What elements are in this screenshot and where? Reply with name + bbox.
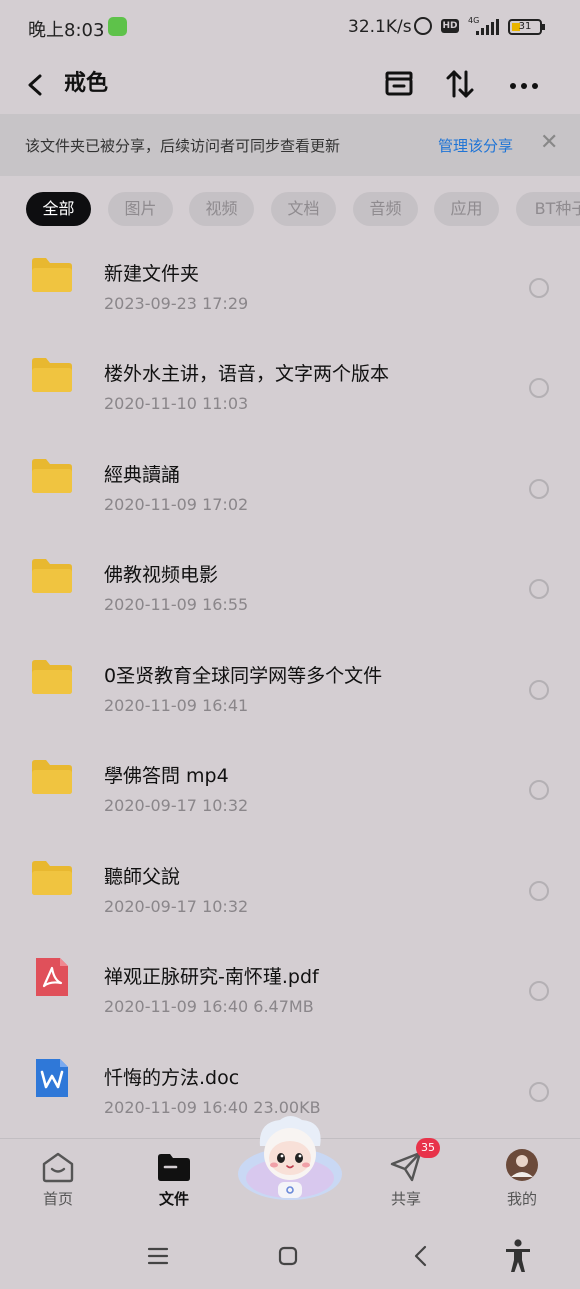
list-item[interactable]: 學佛答問 mp4 2020-09-17 10:32 <box>0 724 580 824</box>
file-name: 經典讀誦 <box>104 464 181 486</box>
file-name: 禅观正脉研究-南怀瑾.pdf <box>104 966 319 988</box>
select-radio[interactable] <box>529 579 549 599</box>
select-radio[interactable] <box>529 680 549 700</box>
word-file-icon <box>36 1059 68 1097</box>
tab-me[interactable]: 我的 <box>482 1139 562 1219</box>
file-name: 0圣贤教育全球同学网等多个文件 <box>104 665 383 687</box>
hd-icon: HD <box>441 19 459 33</box>
list-item[interactable]: 聽師父說 2020-09-17 10:32 <box>0 825 580 925</box>
select-radio[interactable] <box>529 1082 549 1102</box>
menu-icon[interactable] <box>138 1236 178 1276</box>
select-radio[interactable] <box>529 479 549 499</box>
folder-icon <box>32 760 72 794</box>
tab-share-label: 共享 <box>390 1190 421 1208</box>
file-meta: 2023-09-23 17:29 <box>104 294 249 313</box>
file-name: 佛教视频电影 <box>104 564 219 586</box>
select-radio[interactable] <box>529 278 549 298</box>
tab-me-label: 我的 <box>506 1190 537 1208</box>
file-meta: 2020-11-09 16:55 <box>104 595 249 614</box>
select-radio[interactable] <box>529 780 549 800</box>
tab-home[interactable]: 首页 <box>18 1139 98 1219</box>
back-arrow-icon[interactable] <box>401 1236 441 1276</box>
file-meta: 2020-11-09 17:02 <box>104 495 249 514</box>
file-name: 忏悔的方法.doc <box>104 1067 240 1089</box>
page-title: 戒色 <box>64 71 109 96</box>
select-radio[interactable] <box>529 378 549 398</box>
file-name: 聽師父說 <box>104 866 181 888</box>
file-meta: 2020-09-17 10:32 <box>104 897 249 916</box>
filter-chip-apps[interactable]: 应用 <box>434 192 499 226</box>
list-item[interactable]: 0圣贤教育全球同学网等多个文件 2020-11-09 16:41 <box>0 624 580 724</box>
folder-icon <box>32 358 72 392</box>
wechat-icon <box>108 17 127 36</box>
folder-icon <box>32 861 72 895</box>
accessibility-icon[interactable] <box>498 1236 538 1276</box>
select-radio[interactable] <box>529 981 549 1001</box>
tab-files[interactable]: 文件 <box>134 1139 214 1219</box>
select-radio[interactable] <box>529 881 549 901</box>
filter-chip-bt[interactable]: BT种子 <box>516 192 580 226</box>
share-banner: 该文件夹已被分享，后续访问者可同步查看更新 管理该分享 ✕ <box>0 114 580 176</box>
close-icon[interactable]: ✕ <box>540 130 558 155</box>
file-name: 新建文件夹 <box>104 263 200 285</box>
mascot-icon[interactable] <box>236 1112 344 1204</box>
list-item[interactable]: 忏悔的方法.doc 2020-11-09 16:40 23.00KB <box>0 1026 580 1126</box>
status-time: 晚上8:03 <box>28 20 105 41</box>
network-speed: 32.1K/s <box>348 17 412 37</box>
folder-icon <box>32 660 72 694</box>
home-icon <box>42 1152 74 1183</box>
list-item[interactable]: 經典讀誦 2020-11-09 17:02 <box>0 423 580 523</box>
file-meta: 2020-09-17 10:32 <box>104 796 249 815</box>
file-name: 學佛答問 mp4 <box>104 765 229 787</box>
header: 戒色 <box>0 56 580 114</box>
list-item[interactable]: 禅观正脉研究-南怀瑾.pdf 2020-11-09 16:40 6.47MB <box>0 925 580 1025</box>
list-item[interactable]: 楼外水主讲，语音，文字两个版本 2020-11-10 11:03 <box>0 322 580 422</box>
avatar <box>506 1149 538 1181</box>
archive-icon[interactable] <box>381 64 417 104</box>
folder-icon <box>32 258 72 292</box>
file-meta: 2020-11-09 16:41 <box>104 696 249 715</box>
list-item[interactable]: 新建文件夹 2023-09-23 17:29 <box>0 222 580 322</box>
pdf-file-icon <box>36 958 68 996</box>
system-nav-bar <box>0 1222 580 1289</box>
file-meta: 2020-11-10 11:03 <box>104 394 249 413</box>
more-icon[interactable] <box>506 64 542 104</box>
back-icon[interactable] <box>22 68 52 102</box>
file-meta: 2020-11-09 16:40 6.47MB <box>104 997 314 1016</box>
home-square-icon[interactable] <box>268 1236 308 1276</box>
alarm-icon <box>414 17 432 35</box>
tab-files-label: 文件 <box>158 1190 189 1208</box>
folder-icon <box>158 1154 190 1181</box>
signal-icon: 4G <box>468 16 499 35</box>
share-badge: 35 <box>416 1138 440 1158</box>
svg-text:4G: 4G <box>468 16 479 25</box>
filter-chip-documents[interactable]: 文档 <box>271 192 336 226</box>
file-name: 楼外水主讲，语音，文字两个版本 <box>104 363 390 385</box>
folder-icon <box>32 459 72 493</box>
folder-icon <box>32 559 72 593</box>
status-bar: 晚上8:03 32.1K/s HD 4G 31 <box>0 0 580 56</box>
filter-chip-all[interactable]: 全部 <box>26 192 91 226</box>
sort-icon[interactable] <box>442 64 478 104</box>
share-banner-message: 该文件夹已被分享，后续访问者可同步查看更新 <box>25 137 341 155</box>
battery-level: 31 <box>518 21 532 32</box>
list-item[interactable]: 佛教视频电影 2020-11-09 16:55 <box>0 523 580 623</box>
filter-chip-images[interactable]: 图片 <box>108 192 173 226</box>
manage-share-link[interactable]: 管理该分享 <box>438 135 513 156</box>
tab-home-label: 首页 <box>42 1190 73 1208</box>
filter-chip-audio[interactable]: 音频 <box>353 192 418 226</box>
filter-chip-videos[interactable]: 视频 <box>189 192 254 226</box>
battery-icon: 31 <box>508 19 545 35</box>
